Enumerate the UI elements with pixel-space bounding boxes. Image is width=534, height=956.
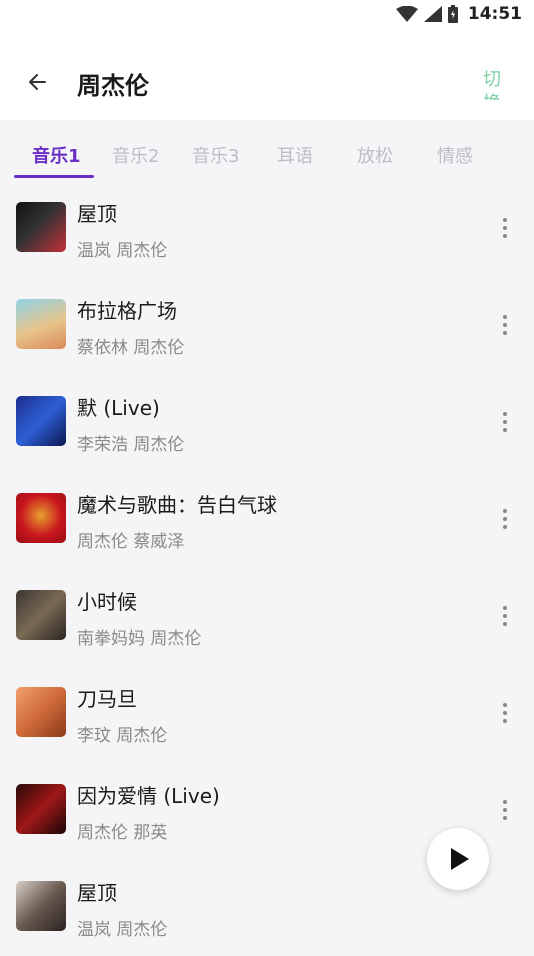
song-title: 屋顶 [77,881,117,905]
play-icon [451,848,469,870]
song-title: 小时候 [77,590,137,614]
status-time: 14:51 [467,4,522,24]
play-button[interactable] [427,828,489,890]
album-cover [16,784,66,834]
song-row[interactable]: 刀马旦 李玟 周杰伦 [0,665,534,762]
status-bar: 14:51 [0,0,534,30]
battery-icon [447,5,458,23]
tab-emotion[interactable]: 情感 [437,142,473,168]
app-bar: 周杰伦 切换 [0,30,534,120]
song-artist: 温岚 周杰伦 [77,241,168,261]
album-cover [16,590,66,640]
more-vertical-icon[interactable] [496,798,514,822]
wifi-icon [395,6,418,22]
status-icons: 14:51 [395,4,522,24]
song-title: 默 (Live) [77,396,160,420]
song-title: 屋顶 [77,202,117,226]
tab-relax[interactable]: 放松 [357,142,393,168]
more-vertical-icon[interactable] [496,216,514,240]
song-row[interactable]: 默 (Live) 李荣浩 周杰伦 [0,374,534,471]
song-row[interactable]: 布拉格广场 蔡依林 周杰伦 [0,277,534,374]
album-cover [16,299,66,349]
song-artist: 温岚 周杰伦 [77,920,168,940]
song-row[interactable]: 魔术与歌曲：告白气球 周杰伦 蔡威泽 [0,471,534,568]
song-artist: 李荣浩 周杰伦 [77,435,185,455]
more-vertical-icon[interactable] [496,507,514,531]
more-vertical-icon[interactable] [496,313,514,337]
song-title: 因为爱情 (Live) [77,784,220,808]
song-title: 布拉格广场 [77,299,177,323]
back-button[interactable] [22,66,54,98]
more-vertical-icon[interactable] [496,701,514,725]
album-cover [16,396,66,446]
album-cover [16,881,66,931]
album-cover [16,202,66,252]
more-vertical-icon[interactable] [496,410,514,434]
song-artist: 李玟 周杰伦 [77,726,168,746]
song-artist: 蔡依林 周杰伦 [77,338,185,358]
album-cover [16,493,66,543]
song-artist: 周杰伦 那英 [77,823,168,843]
song-artist: 南拳妈妈 周杰伦 [77,629,202,649]
tab-whisper[interactable]: 耳语 [277,142,313,168]
signal-icon [423,6,442,22]
album-cover [16,687,66,737]
arrow-left-icon [29,74,46,90]
song-title: 魔术与歌曲：告白气球 [77,493,277,517]
tab-music-2[interactable]: 音乐2 [112,142,159,168]
page-title: 周杰伦 [77,72,149,100]
song-title: 刀马旦 [77,687,137,711]
switch-button[interactable]: 切换 [483,68,505,100]
tab-music-3[interactable]: 音乐3 [192,142,239,168]
tab-music-1[interactable]: 音乐1 [32,142,81,168]
song-row[interactable]: 屋顶 温岚 周杰伦 [0,180,534,277]
tab-indicator [14,175,94,178]
tab-bar: 音乐1 音乐2 音乐3 耳语 放松 情感 [0,120,534,180]
song-artist: 周杰伦 蔡威泽 [77,532,185,552]
song-row[interactable]: 小时候 南拳妈妈 周杰伦 [0,568,534,665]
more-vertical-icon[interactable] [496,604,514,628]
